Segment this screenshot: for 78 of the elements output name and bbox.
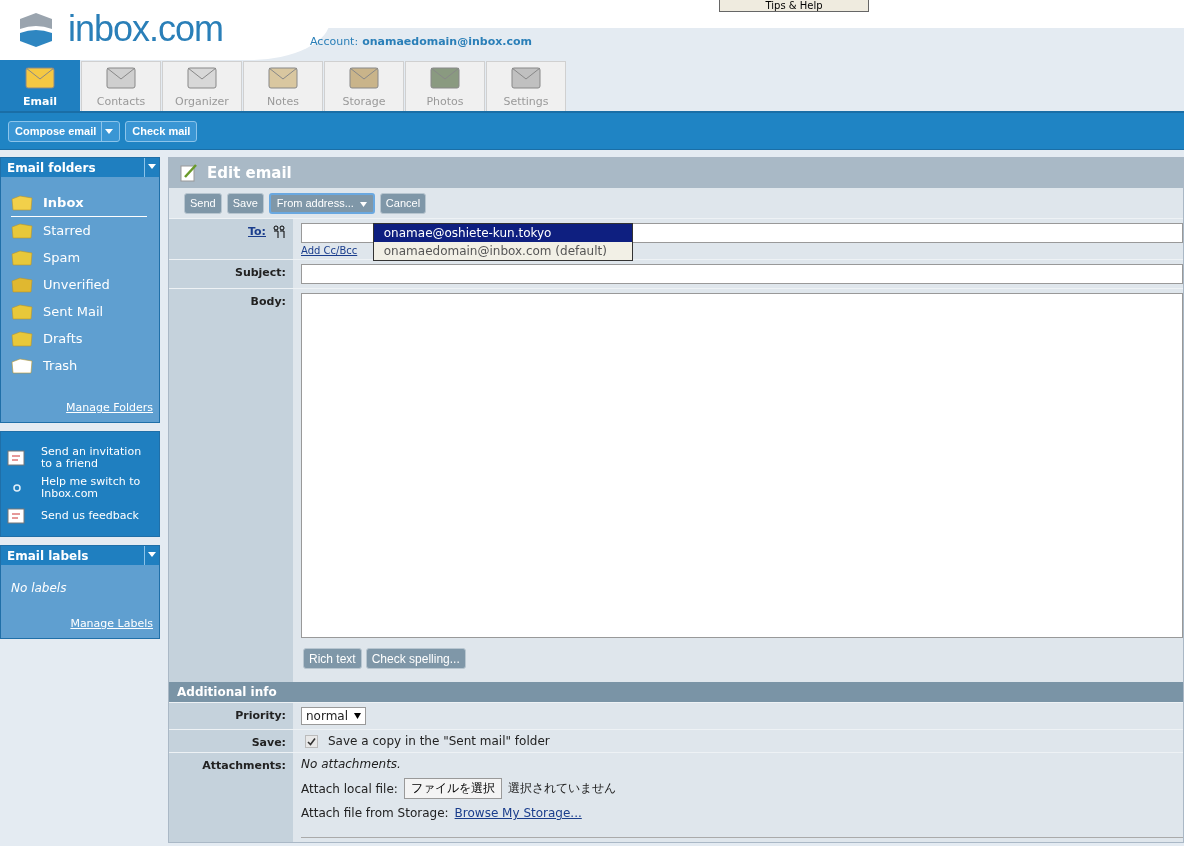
folder-item[interactable]: Spam: [11, 244, 153, 271]
empty-message: No labels: [11, 581, 68, 595]
tab-icon: [428, 65, 462, 91]
priority-select[interactable]: normal: [301, 707, 367, 725]
editor-button[interactable]: Check spelling...: [365, 648, 466, 669]
folder-item[interactable]: Starred: [11, 217, 153, 244]
file-status: 選択されていません: [507, 780, 616, 797]
menu-item[interactable]: onamae@oshiete-kun.tokyo: [373, 223, 632, 242]
folder-item[interactable]: Drafts: [11, 325, 153, 352]
subject-label: Subject:: [234, 266, 286, 279]
panel-title: Email folders: [7, 160, 96, 175]
sidebar-link[interactable]: Send us feedback: [41, 510, 146, 522]
save-option-text: Save a copy in the "Sent mail" folder: [328, 734, 550, 748]
help-button[interactable]: Tips & Help: [719, 0, 869, 12]
section-title: Additional info: [177, 685, 277, 699]
app-tab[interactable]: Photos: [405, 61, 485, 111]
logo-text[interactable]: inbox.com: [68, 8, 224, 50]
folder-icon: [11, 222, 33, 239]
folder-icon: [11, 249, 33, 266]
file-chooser-button[interactable]: ファイルを選択: [403, 778, 502, 799]
priority-label: Priority:: [235, 709, 286, 722]
sidebar-link[interactable]: Send an invitation to a friend: [41, 446, 146, 470]
from-address-dropdown[interactable]: From address...: [268, 192, 375, 214]
toolbar-button[interactable]: Cancel: [379, 192, 427, 214]
tab-icon: [266, 65, 300, 91]
contacts-icon[interactable]: [272, 225, 286, 239]
sidebar-link[interactable]: Help me switch to Inbox.com: [41, 476, 146, 500]
folder-item[interactable]: Sent Mail: [11, 298, 153, 325]
account-label: Account:: [310, 35, 359, 48]
manage-labels-link[interactable]: Manage Labels: [70, 617, 153, 630]
menu-item[interactable]: onamaedomain@inbox.com (default): [373, 241, 632, 260]
manage-folders-link[interactable]: Manage Folders: [66, 401, 153, 414]
app-tab[interactable]: Organizer: [162, 61, 242, 111]
save-checkbox[interactable]: [305, 734, 318, 748]
panel-title: Email labels: [7, 548, 89, 563]
tab-icon: [23, 65, 57, 91]
app-tab[interactable]: Storage: [324, 61, 404, 111]
attach-local-label: Attach local file:: [301, 781, 398, 796]
folder-icon: [11, 303, 33, 320]
folder-icon: [11, 194, 33, 211]
note-icon: [179, 163, 199, 183]
body-field[interactable]: [301, 293, 1183, 638]
caret-icon: [359, 202, 367, 207]
caret-icon: [354, 713, 362, 719]
app-tab[interactable]: Settings: [486, 61, 566, 111]
browse-storage-link[interactable]: Browse My Storage...: [454, 806, 582, 820]
attach-storage-label: Attach file from Storage:: [301, 806, 449, 820]
caret-icon[interactable]: [105, 128, 114, 134]
subject-field[interactable]: [301, 264, 1183, 284]
compose-email-button[interactable]: Compose email: [8, 120, 121, 142]
tab-icon: [509, 65, 543, 91]
attachments-status: No attachments.: [301, 757, 401, 771]
check-mail-button[interactable]: Check mail: [125, 120, 198, 142]
folder-icon: [11, 330, 33, 347]
tab-icon: [185, 65, 219, 91]
folder-icon: [11, 357, 33, 374]
tab-icon: [347, 65, 381, 91]
toolbar-button[interactable]: Save: [226, 192, 264, 214]
editor-button[interactable]: Rich text: [303, 648, 362, 669]
toolbar-button[interactable]: Send: [184, 192, 222, 214]
logo-icon: [18, 11, 54, 47]
folder-item[interactable]: Unverified: [11, 271, 153, 298]
dropdown-icon[interactable]: [144, 546, 159, 565]
app-tab[interactable]: Email: [0, 60, 80, 111]
folder-item[interactable]: Trash: [11, 352, 153, 379]
app-tab[interactable]: Contacts: [81, 61, 161, 111]
save-label: Save:: [251, 736, 286, 749]
tab-icon: [104, 65, 138, 91]
add-cc-bcc-link[interactable]: Add Cc/Bcc: [301, 245, 358, 256]
account-email: onamaedomain@inbox.com: [362, 35, 533, 48]
folder-item[interactable]: Inbox: [11, 189, 147, 217]
to-link[interactable]: To:: [248, 225, 266, 238]
attachments-label: Attachments:: [202, 759, 286, 772]
body-label: Body:: [250, 295, 286, 308]
dropdown-icon[interactable]: [144, 158, 159, 177]
folder-icon: [11, 276, 33, 293]
app-tab[interactable]: Notes: [243, 61, 323, 111]
editor-title: Edit email: [207, 164, 292, 182]
